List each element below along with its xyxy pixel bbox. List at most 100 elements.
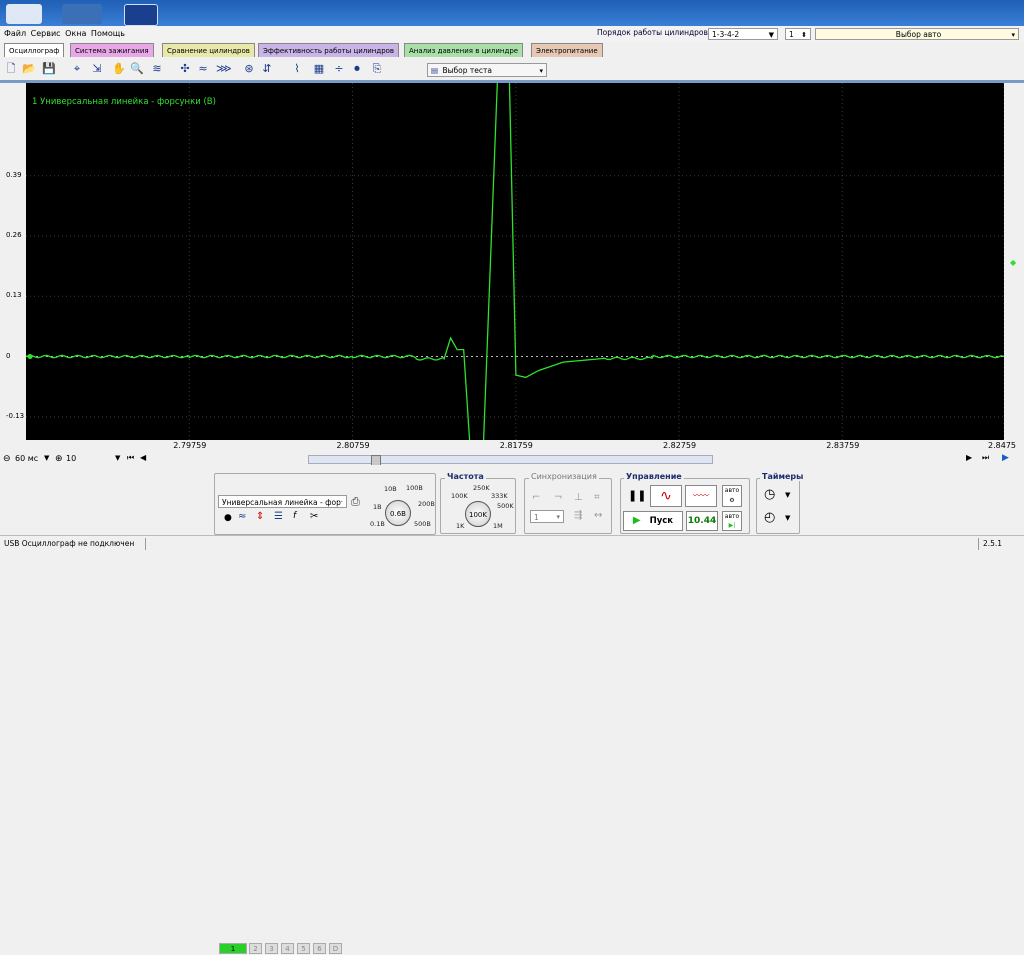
tab-oscilloscope[interactable]: Осциллограф: [4, 43, 65, 57]
sine-wave-button[interactable]: ∿: [650, 485, 682, 507]
y-tick-label: 0.39: [6, 170, 22, 179]
timer-icon[interactable]: ◷: [764, 487, 775, 502]
noise-wave-icon: 〰〰: [693, 491, 709, 500]
rising-edge-icon[interactable]: ⌐: [532, 492, 540, 503]
frequency-knob-value: 100K: [469, 511, 487, 519]
save-icon[interactable]: 💾: [42, 62, 56, 76]
vehicle-select[interactable]: Выбор авто ▾: [815, 28, 1019, 40]
compare-icon[interactable]: ⋙: [216, 62, 232, 76]
tab-cylinder-compare[interactable]: Сравнение цилиндров: [162, 43, 255, 57]
skip-end-icon[interactable]: ⏭: [982, 453, 989, 463]
probe-select[interactable]: Универсальная линейка - фор ···: [218, 495, 347, 508]
open-folder-icon[interactable]: 📂: [22, 62, 36, 76]
chevron-down-icon: ▼: [768, 31, 774, 39]
measure-icon[interactable]: ⇲: [90, 62, 104, 76]
frequency-knob[interactable]: 100K: [465, 501, 491, 527]
chevron-down-icon[interactable]: ▼: [785, 491, 790, 499]
offset-icon[interactable]: ⇵: [260, 62, 274, 76]
x-tick-label: 2.81759: [499, 441, 533, 450]
record-icon[interactable]: ⏺: [350, 62, 364, 76]
minus-icon[interactable]: ⊖: [3, 454, 11, 464]
lines-icon[interactable]: ☰: [274, 511, 283, 522]
menu-windows[interactable]: Окна: [65, 26, 86, 42]
ellipsis-icon: ···: [336, 498, 343, 506]
timebase-value[interactable]: 60 мс: [15, 454, 38, 463]
x-tick-label: 2.80759: [336, 441, 370, 450]
menu-file[interactable]: Файл: [4, 26, 26, 42]
marker-icon[interactable]: ⌇: [290, 62, 304, 76]
noise-wave-button[interactable]: 〰〰: [685, 485, 717, 507]
cylinder-number-stepper[interactable]: 1 ⬍: [785, 28, 811, 40]
menu-help[interactable]: Помощь: [91, 26, 125, 42]
vehicle-select-label: Выбор авто: [895, 30, 942, 39]
arrow-updown-icon[interactable]: ⇕: [256, 511, 264, 522]
probe-settings-icon[interactable]: ⎙: [351, 495, 360, 509]
channel-button-1[interactable]: 1: [219, 943, 247, 954]
sync-arrows-icon[interactable]: ↔: [594, 510, 602, 521]
offset-value[interactable]: 10: [66, 454, 76, 463]
auto-sync-icon[interactable]: ⌗: [594, 492, 600, 503]
trigger-icon[interactable]: ⊛: [242, 62, 256, 76]
ground-icon[interactable]: ●: [224, 513, 232, 523]
channel-zero-marker[interactable]: [27, 354, 33, 360]
grid-icon[interactable]: ▦: [312, 62, 326, 76]
timers-title: Таймеры: [760, 472, 806, 481]
taskbar-app-icon[interactable]: [6, 4, 42, 24]
rewind-start-icon[interactable]: ⏮: [127, 453, 134, 463]
play-icon: ▶: [632, 515, 641, 526]
waveform-icon[interactable]: ≈: [238, 511, 246, 522]
auto-play-button[interactable]: авто ▶|: [722, 511, 742, 531]
play-icon[interactable]: ▶: [1002, 453, 1009, 463]
taskbar-oscilloscope-icon[interactable]: [124, 4, 158, 26]
timeline-scrollbar[interactable]: [308, 455, 713, 466]
scope-screen[interactable]: 1 Универсальная линейка - форсунки (В): [26, 83, 1004, 440]
sync-channel-select[interactable]: 1 ▾: [530, 510, 564, 523]
export-icon[interactable]: ⎘: [370, 62, 384, 76]
start-button[interactable]: ▶ Пуск: [623, 511, 683, 531]
plus-icon[interactable]: ⊕: [55, 454, 63, 464]
channel-button-2[interactable]: 2: [249, 943, 262, 954]
tab-pressure-analysis[interactable]: Анализ давления в цилиндре: [404, 43, 524, 57]
new-file-icon[interactable]: 🗋: [4, 62, 18, 76]
cursor-icon[interactable]: ⌖: [70, 62, 84, 76]
channel-button-5[interactable]: 5: [297, 943, 310, 954]
test-select[interactable]: ▤ Выбор теста ▾: [427, 63, 547, 77]
channel-button-4[interactable]: 4: [281, 943, 294, 954]
channel-button-D[interactable]: D: [329, 943, 342, 954]
taskbar-app-icon-2[interactable]: [62, 4, 102, 24]
tab-cylinder-efficiency[interactable]: Эффективность работы цилиндров: [258, 43, 400, 57]
range-knob[interactable]: 0.6В: [385, 500, 411, 526]
auto-settings-button[interactable]: авто ⚙: [722, 485, 742, 507]
chevron-down-icon[interactable]: ▼: [785, 514, 790, 522]
step-forward-icon[interactable]: ▶: [966, 453, 972, 462]
range-label-100v: 100В: [406, 484, 423, 492]
timer-play-icon[interactable]: ◴: [764, 510, 775, 525]
falling-edge-icon[interactable]: ¬: [554, 492, 562, 503]
trigger-marker-icon[interactable]: ◆: [1010, 258, 1016, 267]
tab-power-supply[interactable]: Электропитание: [531, 43, 603, 57]
status-bar: USB Осциллограф не подключен 2.5.1: [0, 535, 1024, 552]
timers-panel: [756, 478, 800, 534]
probe-select-label: Универсальная линейка - фор: [222, 498, 341, 507]
menu-service[interactable]: Сервис: [31, 26, 61, 42]
channel-button-6[interactable]: 6: [313, 943, 326, 954]
tools-icon[interactable]: ✂: [310, 511, 318, 522]
x-tick-label: 2.8475: [988, 441, 1016, 450]
zoom-icon[interactable]: 🔍: [130, 62, 144, 76]
split-icon[interactable]: ÷: [332, 62, 346, 76]
overlay-icon[interactable]: ≈: [196, 62, 210, 76]
hand-icon[interactable]: ✋: [112, 62, 126, 76]
tab-ignition[interactable]: Система зажигания: [70, 43, 154, 57]
filter-icon[interactable]: ≋: [150, 62, 164, 76]
step-back-icon[interactable]: ◀: [140, 453, 146, 462]
cylinder-order-select[interactable]: 1-3-4-2 ▼: [708, 28, 778, 40]
chevron-down-icon[interactable]: ▼: [115, 454, 120, 462]
pulse-edge-icon[interactable]: ⊥: [574, 492, 583, 503]
channel-button-3[interactable]: 3: [265, 943, 278, 954]
auto-scale-icon[interactable]: ✣: [178, 62, 192, 76]
function-icon[interactable]: f: [293, 511, 296, 521]
sync-level-icon[interactable]: ⇶: [574, 510, 582, 521]
auto-settings-label: авто: [724, 487, 740, 494]
pause-icon[interactable]: ❚❚: [628, 489, 646, 502]
chevron-down-icon[interactable]: ▼: [44, 454, 49, 462]
